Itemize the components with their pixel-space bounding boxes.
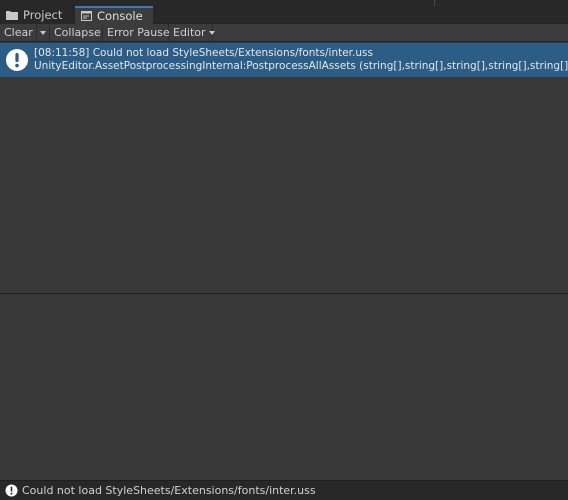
console-toolbar: Clear Collapse Error Pause Editor: [0, 23, 568, 42]
clear-options-dropdown[interactable]: [37, 23, 50, 42]
status-message: Could not load StyleSheets/Extensions/fo…: [22, 484, 316, 497]
log-entry-stacktrace: UnityEditor.AssetPostprocessingInternal:…: [34, 60, 568, 72]
log-entry-message: [08:11:58] Could not load StyleSheets/Ex…: [34, 47, 373, 59]
editor-dropdown[interactable]: Editor: [169, 23, 215, 42]
log-entry[interactable]: [08:11:58] Could not load StyleSheets/Ex…: [0, 43, 568, 77]
error-pause-toggle[interactable]: Error Pause: [103, 23, 170, 42]
clear-button-label: Clear: [4, 26, 33, 39]
tab-project-label: Project: [23, 8, 63, 22]
log-entry-text: [08:11:58] Could not load StyleSheets/Ex…: [34, 47, 568, 73]
status-bar[interactable]: Could not load StyleSheets/Extensions/fo…: [0, 480, 568, 500]
log-detail-pane: [0, 294, 568, 480]
editor-dropdown-label: Editor: [173, 26, 206, 39]
chevron-down-icon: [40, 30, 46, 35]
chevron-down-icon: [208, 30, 215, 35]
console-window: Project Console Clear Collapse Error Pau…: [0, 0, 568, 500]
collapse-toggle[interactable]: Collapse: [50, 23, 103, 42]
tab-bar: Project Console: [0, 6, 568, 24]
collapse-toggle-label: Collapse: [54, 26, 101, 39]
info-icon: [0, 43, 34, 77]
info-icon: [5, 484, 18, 497]
clear-button[interactable]: Clear: [0, 23, 37, 42]
log-list: [08:11:58] Could not load StyleSheets/Ex…: [0, 42, 568, 293]
tab-console[interactable]: Console: [75, 6, 153, 24]
tab-console-label: Console: [97, 9, 143, 23]
tab-project[interactable]: Project: [0, 6, 74, 24]
console-icon: [81, 11, 92, 21]
error-pause-label: Error Pause: [107, 26, 170, 39]
folder-icon: [6, 10, 18, 20]
